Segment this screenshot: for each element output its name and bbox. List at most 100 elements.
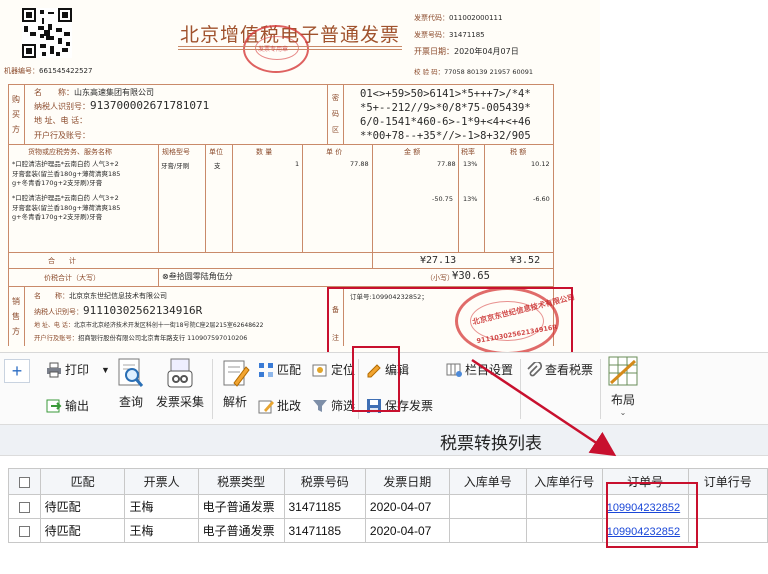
batch-edit-button[interactable]: 批改 (258, 397, 301, 414)
cell-receipt-no (448, 518, 527, 543)
add-button[interactable]: + (4, 359, 30, 383)
query-button[interactable]: 查询 (114, 357, 148, 410)
seller-tax-id: 纳税人识别号：91110302562134916R (34, 304, 203, 317)
list-title-bar: 税票转换列表 (0, 424, 768, 456)
item-1-rate: 13% (463, 160, 478, 168)
col-line (302, 144, 303, 252)
match-button[interactable]: 匹配 (258, 361, 301, 378)
frame-line (24, 286, 25, 346)
parse-button[interactable]: 解析 (218, 357, 252, 410)
check-code: 校 验 码：77058 80139 21957 60091 (414, 68, 534, 76)
qr-code-icon (22, 8, 72, 58)
item-1-spec: 牙膏/牙刷 (161, 162, 190, 170)
layout-button[interactable]: 布局 ⌄ (606, 355, 640, 417)
search-document-icon (118, 358, 144, 387)
cell-match-status: 待匹配 (39, 518, 126, 543)
item-1-qty: 1 (295, 160, 300, 168)
col-line (232, 144, 233, 252)
filter-icon (313, 399, 327, 412)
buyer-address: 地 址、电 话： (34, 116, 88, 125)
item-2-description: *口腔清洁护理品*云南白药 人气3+2 牙膏套装(留兰香180g+薄荷清爽185 g… (12, 194, 121, 221)
column-header-receipt-line[interactable]: 入库单行号 (525, 468, 603, 495)
cell-receipt-line (525, 494, 603, 519)
col-header-tax: 税 额 (510, 148, 527, 156)
invoice-code: 发票代码：011002000111 (414, 14, 503, 22)
printer-icon (47, 362, 61, 377)
cipher-area: 01<>+59>50>6141>*5+++7>/*4* *5+--212//9>*… (360, 88, 531, 142)
grand-total-small-label: （小写） (426, 274, 454, 282)
filter-button[interactable]: 筛选 (312, 397, 355, 414)
column-header-invoice-number[interactable]: 税票号码 (283, 468, 366, 495)
column-header-receipt-no[interactable]: 入库单号 (448, 468, 527, 495)
seller-name: 名 称：北京京东世纪信息技术有限公司 (34, 292, 167, 300)
grand-total-small: ¥30.65 (452, 270, 490, 282)
grand-total-upper: ⊗叁拾圆零陆角伍分 (162, 272, 233, 281)
col-header-price: 单 价 (326, 148, 343, 156)
toolbar-separator (520, 359, 521, 419)
cell-invoice-date: 2020-04-07 (364, 518, 450, 543)
cell-invoice-date: 2020-04-07 (364, 494, 450, 519)
item-2-rate: 13% (463, 195, 478, 203)
title-underline (178, 49, 402, 50)
plus-icon: + (11, 360, 23, 381)
total-tax: ¥3.52 (510, 255, 541, 266)
row-checkbox[interactable] (8, 494, 41, 519)
list-title: 税票转换列表 (440, 434, 542, 453)
locate-button[interactable]: 定位 (312, 361, 355, 378)
cell-invoice-type: 电子普通发票 (197, 494, 285, 519)
cell-order-line (687, 518, 768, 543)
machine-no: 机器编号：661545422527 (4, 67, 93, 75)
attachment-icon (527, 361, 542, 376)
cell-match-status: 待匹配 (39, 494, 126, 519)
match-icon (259, 362, 273, 377)
cell-receipt-no (448, 494, 527, 519)
column-header-order-line[interactable]: 订单行号 (687, 468, 768, 495)
cell-issuer: 王梅 (124, 518, 199, 543)
cell-invoice-type: 电子普通发票 (197, 518, 285, 543)
buyer-tax-id: 纳税人识别号：913700002671781071 (34, 99, 210, 112)
toolbar-separator (212, 359, 213, 419)
item-1-unit: 支 (214, 162, 221, 170)
toolbar-separator (600, 359, 601, 419)
col-line (458, 144, 459, 252)
select-all-checkbox[interactable] (8, 468, 41, 495)
total-amount: ¥27.13 (420, 255, 457, 266)
item-1-price: 77.88 (350, 160, 369, 168)
frame-line (24, 84, 25, 144)
layout-icon (608, 356, 638, 386)
column-header-invoice-date[interactable]: 发票日期 (364, 468, 450, 495)
chevron-down-icon: ⌄ (619, 408, 627, 417)
export-button[interactable]: 输出 (46, 397, 89, 414)
column-settings-button[interactable]: 栏目设置 (446, 361, 513, 378)
title-underline (178, 46, 402, 47)
frame-line (8, 252, 554, 253)
print-button[interactable]: 打印 ▼ (46, 361, 110, 378)
cipher-side-label: 密码区 (332, 94, 339, 134)
parse-edit-icon (223, 360, 250, 387)
item-1-amount: 77.88 (437, 160, 456, 168)
col-line (158, 144, 159, 252)
total-label: 合 计 (48, 257, 76, 265)
column-header-match[interactable]: 匹配 (39, 468, 126, 495)
col-header-qty: 数 量 (256, 148, 273, 156)
collect-invoice-button[interactable]: 发票采集 (154, 357, 206, 410)
column-settings-icon (446, 363, 462, 377)
col-header-spec: 规格型号 (162, 148, 190, 156)
col-header-name: 货物或应税劳务、服务名称 (28, 148, 112, 156)
row-checkbox[interactable] (8, 518, 41, 543)
batch-edit-icon (258, 400, 274, 413)
frame-line (343, 84, 344, 144)
frame-left (8, 84, 9, 346)
invoice-date: 开票日期：2020年04月07日 (414, 47, 519, 56)
invoice-number: 发票号码：31471185 (414, 31, 485, 39)
column-header-invoice-type[interactable]: 税票类型 (197, 468, 285, 495)
buyer-side-label: 购买方 (12, 95, 20, 134)
cell-receipt-line (525, 518, 603, 543)
cell-invoice-number: 31471185 (283, 518, 366, 543)
view-invoice-button[interactable]: 查看税票 (526, 361, 593, 378)
export-icon (46, 399, 62, 412)
item-2-amount: -50.75 (432, 195, 453, 203)
column-header-issuer[interactable]: 开票人 (124, 468, 199, 495)
collect-icon (167, 358, 193, 388)
chevron-down-icon: ▼ (101, 364, 110, 375)
